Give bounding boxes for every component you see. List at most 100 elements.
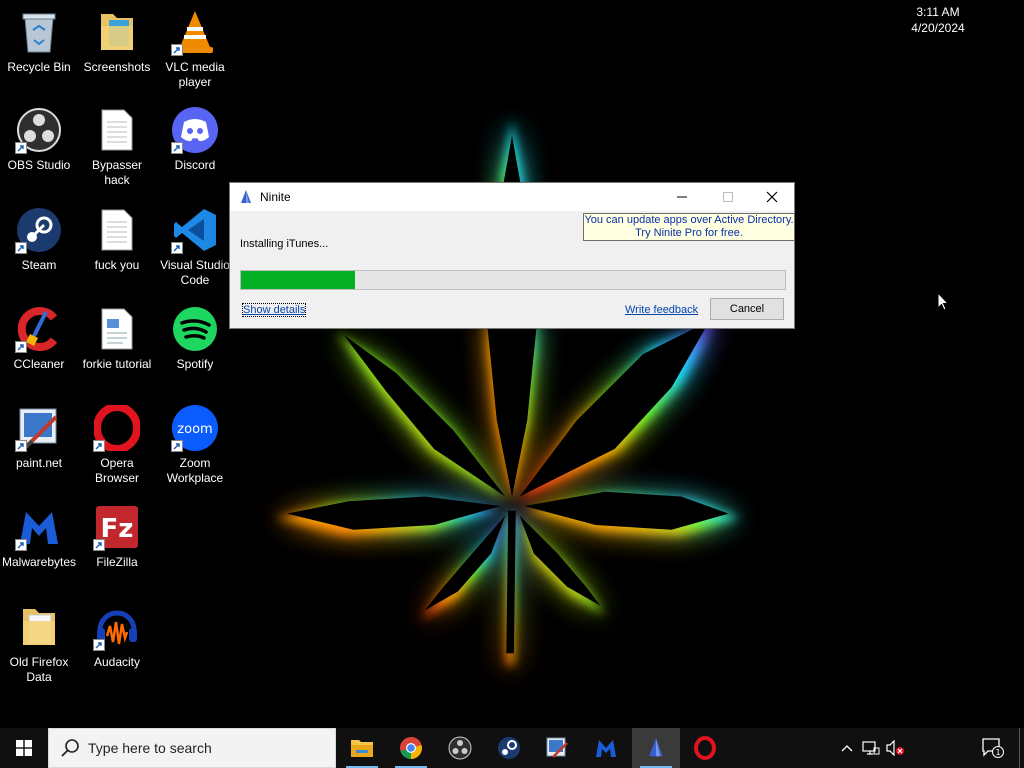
shortcut-arrow-icon [15, 539, 27, 551]
paint-net-icon [15, 404, 63, 452]
shortcut-arrow-icon [171, 440, 183, 452]
desktop-icon-label: Recycle Bin [7, 60, 71, 74]
clock-date: 4/20/2024 [911, 21, 965, 35]
search-icon [61, 739, 79, 757]
desktop-icon-spotify[interactable]: Spotify [156, 305, 234, 372]
shortcut-arrow-icon [93, 440, 105, 452]
minimize-button[interactable] [659, 183, 705, 211]
desktop-icon-bypasser-hack[interactable]: Bypasser hack [78, 106, 156, 188]
desktop-icon-audacity[interactable]: Audacity [78, 603, 156, 670]
taskbar-file-explorer[interactable] [338, 728, 386, 768]
cancel-button[interactable]: Cancel [710, 298, 784, 320]
malwarebytes-icon [15, 503, 63, 551]
desktop-icon-label: Zoom Workplace [166, 456, 224, 485]
shortcut-arrow-icon [171, 142, 183, 154]
text-file-icon [93, 206, 141, 254]
desktop-icon-label: Screenshots [83, 60, 151, 74]
desktop-icon-label: forkie tutorial [82, 357, 152, 371]
vscode-icon [171, 206, 219, 254]
paint-net-icon [546, 737, 568, 758]
text-file-icon [93, 106, 141, 154]
desktop-icon-malwarebytes[interactable]: Malwarebytes [0, 503, 78, 570]
desktop-icon-vlc[interactable]: VLC media player [156, 8, 234, 90]
chrome-icon [400, 737, 422, 759]
volume-muted-icon [886, 740, 904, 756]
desktop-icon-forkie-tutorial[interactable]: forkie tutorial [78, 305, 156, 372]
chevron-up-icon [841, 745, 853, 752]
desktop-icon-label: Opera Browser [94, 456, 139, 485]
desktop-icon-label: CCleaner [13, 357, 65, 371]
desktop-icon-paint-net[interactable]: paint.net [0, 404, 78, 471]
discord-icon [171, 106, 219, 154]
svg-text:Fz: Fz [101, 514, 134, 544]
opera-icon [694, 736, 716, 760]
show-desktop-button[interactable] [1019, 728, 1024, 768]
show-details-link[interactable]: Show details [241, 303, 307, 317]
desktop-icon-steam[interactable]: Steam [0, 206, 78, 273]
taskbar-clock[interactable]: 3:11 AM 4/20/2024 [902, 0, 974, 40]
window-titlebar[interactable]: Ninite [230, 183, 794, 211]
write-feedback-link[interactable]: Write feedback [625, 304, 698, 316]
clock-time: 3:11 AM [916, 5, 960, 19]
taskbar-ninite[interactable] [632, 728, 680, 768]
steam-icon [498, 737, 520, 759]
vlc-icon [171, 8, 219, 56]
desktop-icon-fuck-you[interactable]: fuck you [78, 206, 156, 273]
desktop-icon-label: OBS Studio [7, 158, 71, 172]
network-icon [862, 741, 880, 755]
desktop-icon-old-firefox-data[interactable]: Old Firefox Data [0, 603, 78, 685]
document-icon [93, 305, 141, 353]
close-button[interactable] [749, 183, 795, 211]
desktop-icon-label: fuck you [94, 258, 140, 272]
zoom-icon: zoom [171, 404, 219, 452]
opera-icon [93, 404, 141, 452]
search-placeholder: Type here to search [88, 740, 212, 756]
maximize-button[interactable] [705, 183, 751, 211]
ninite-window: Ninite You can update apps over Active D… [229, 182, 795, 329]
volume-tray-button[interactable] [884, 728, 906, 768]
desktop-icon-screenshots[interactable]: Screenshots [78, 8, 156, 75]
file-explorer-icon [351, 740, 373, 757]
ninite-logo-icon [241, 190, 251, 203]
install-status: Installing iTunes... [240, 238, 329, 250]
taskbar-steam[interactable] [485, 728, 533, 768]
taskbar-obs-studio[interactable] [436, 728, 484, 768]
shortcut-arrow-icon [93, 539, 105, 551]
taskbar-chrome[interactable] [387, 728, 435, 768]
shortcut-arrow-icon [15, 142, 27, 154]
shortcut-arrow-icon [171, 44, 183, 56]
desktop-icon-zoom-workplace[interactable]: zoom Zoom Workplace [156, 404, 234, 486]
ninite-pro-ad[interactable]: You can update apps over Active Director… [583, 213, 795, 241]
desktop-icon-discord[interactable]: Discord [156, 106, 234, 173]
desktop-icon-label: FileZilla [96, 555, 138, 569]
start-button[interactable] [0, 728, 48, 768]
ccleaner-icon [15, 305, 63, 353]
steam-icon [15, 206, 63, 254]
desktop-icon-visual-studio-code[interactable]: Visual Studio Code [156, 206, 234, 288]
desktop-icon-opera-browser[interactable]: Opera Browser [78, 404, 156, 486]
mouse-cursor-icon [937, 292, 949, 311]
notification-icon: 1 [982, 738, 1004, 758]
taskbar-opera[interactable] [681, 728, 729, 768]
maximize-icon [723, 192, 733, 202]
taskbar-paint-net[interactable] [533, 728, 581, 768]
desktop-icon-label: Audacity [93, 655, 141, 669]
desktop-icon-ccleaner[interactable]: CCleaner [0, 305, 78, 372]
recycle-bin-icon [15, 8, 63, 56]
desktop-icon-recycle-bin[interactable]: Recycle Bin [0, 8, 78, 75]
desktop-icon-label: paint.net [15, 456, 63, 470]
install-progress-bar [240, 270, 786, 290]
desktop-icon-label: Steam [21, 258, 57, 272]
desktop-icon-obs-studio[interactable]: OBS Studio [0, 106, 78, 173]
desktop-icon-label: Discord [174, 158, 216, 172]
desktop-icon-label: Bypasser hack [91, 158, 143, 187]
network-tray-button[interactable] [860, 728, 882, 768]
desktop-icon-filezilla[interactable]: Fz FileZilla [78, 503, 156, 570]
taskbar-malwarebytes[interactable] [582, 728, 630, 768]
show-hidden-icons-button[interactable] [836, 728, 858, 768]
malwarebytes-icon [596, 740, 616, 757]
desktop-icon-label: Malwarebytes [1, 555, 77, 569]
audacity-icon [93, 603, 141, 651]
taskbar-search-box[interactable]: Type here to search [48, 728, 336, 768]
action-center-button[interactable]: 1 [978, 728, 1008, 768]
